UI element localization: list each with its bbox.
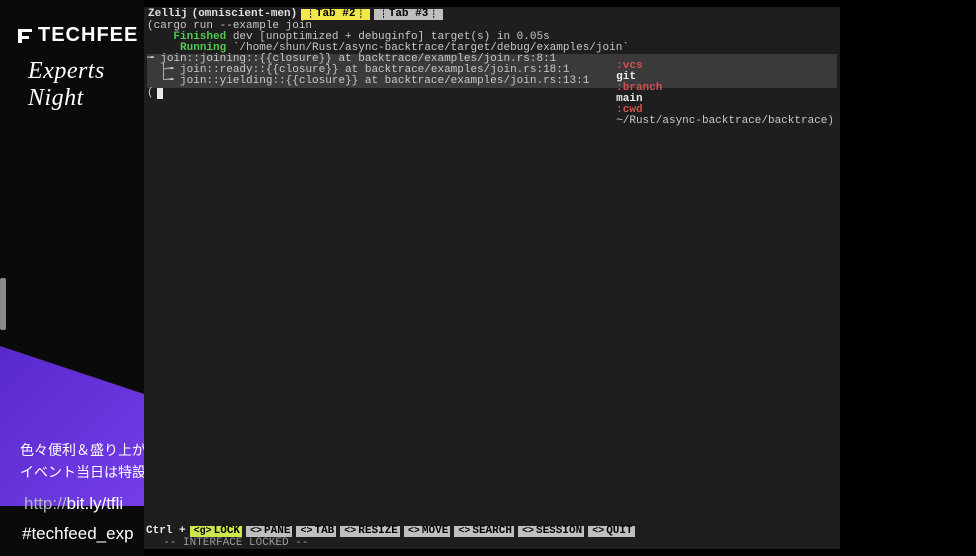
interface-locked-msg: -- INTERFACE LOCKED -- bbox=[144, 538, 840, 549]
cwd-path: ~/Rust/async-backtrace/backtrace) bbox=[616, 115, 834, 127]
arrows-icon: <> bbox=[248, 527, 264, 537]
mode-lock[interactable]: <g> LOCK bbox=[190, 526, 242, 537]
prompt-open: ( bbox=[147, 88, 154, 99]
arrows-icon: <> bbox=[342, 527, 358, 537]
tab-label: Tab #2 bbox=[316, 9, 356, 20]
terminal-window[interactable]: Zellij (omniscient-men) ┊ Tab #2 ┊ ┊ Tab… bbox=[144, 7, 840, 549]
tab-2[interactable]: ┊ Tab #2 ┊ bbox=[301, 9, 370, 20]
decorative-triangle bbox=[0, 346, 144, 506]
mode-label: PANE bbox=[264, 526, 290, 537]
tab-sep-icon: ┊ bbox=[307, 9, 314, 20]
mode-label: LOCK bbox=[214, 526, 240, 537]
ctrl-label: Ctrl + bbox=[146, 526, 186, 537]
mode-resize[interactable]: <> RESIZE bbox=[340, 526, 400, 537]
arrows-icon: <> bbox=[590, 527, 606, 537]
mode-label: MOVE bbox=[422, 526, 448, 537]
brand-text: TECHFEE bbox=[38, 24, 138, 46]
arrows-icon: <> bbox=[406, 527, 422, 537]
url-path: bit.ly/tfli bbox=[67, 494, 124, 513]
presentation-overlay: TECHFEE Experts Night 色々便利＆盛り上が イベント当日は特… bbox=[0, 0, 144, 556]
tab-3[interactable]: ┊ Tab #3 ┊ bbox=[374, 9, 443, 20]
mode-session[interactable]: <> SESSION bbox=[518, 526, 584, 537]
cursor bbox=[157, 88, 163, 99]
mode-label: SEARCH bbox=[472, 526, 512, 537]
terminal-body[interactable]: (cargo run --example join Finished dev [… bbox=[144, 21, 840, 99]
tab-sep-icon: ┊ bbox=[380, 9, 387, 20]
mode-label: TAB bbox=[314, 526, 334, 537]
hashtag: #techfeed_exp bbox=[22, 524, 134, 544]
zellij-tabbar: Zellij (omniscient-men) ┊ Tab #2 ┊ ┊ Tab… bbox=[144, 7, 840, 21]
jp-text-2: イベント当日は特設 bbox=[20, 462, 146, 482]
side-handle bbox=[0, 278, 6, 330]
mode-pane[interactable]: <> PANE bbox=[246, 526, 292, 537]
prompt-line[interactable]: ( :vcs git :branch main :cwd ~/Rust/asyn… bbox=[147, 88, 837, 99]
arrows-icon: <> bbox=[456, 527, 472, 537]
arrows-icon: <> bbox=[520, 527, 536, 537]
short-url: http://bit.ly/tfli bbox=[24, 494, 123, 514]
arrows-icon: <g> bbox=[192, 527, 214, 537]
mode-move[interactable]: <> MOVE bbox=[404, 526, 450, 537]
tab-label: Tab #3 bbox=[389, 9, 429, 20]
mode-label: RESIZE bbox=[358, 526, 398, 537]
mode-tab[interactable]: <> TAB bbox=[296, 526, 336, 537]
brand-logo: TECHFEE bbox=[16, 24, 138, 47]
jp-text-1: 色々便利＆盛り上が bbox=[20, 440, 146, 460]
mode-label: SESSION bbox=[536, 526, 582, 537]
mode-quit[interactable]: <> QUIT bbox=[588, 526, 634, 537]
brand-icon bbox=[16, 27, 34, 45]
mode-search[interactable]: <> SEARCH bbox=[454, 526, 514, 537]
url-scheme: http:// bbox=[24, 494, 67, 513]
mode-label: QUIT bbox=[606, 526, 632, 537]
tab-sep-icon: ┊ bbox=[430, 9, 437, 20]
tab-sep-icon: ┊ bbox=[357, 9, 364, 20]
arrows-icon: <> bbox=[298, 527, 314, 537]
right-prompt: :vcs git :branch main :cwd ~/Rust/async-… bbox=[550, 50, 834, 138]
event-title-script: Experts Night bbox=[28, 58, 144, 112]
session-app: Zellij bbox=[148, 9, 188, 20]
session-name: (omniscient-men) bbox=[192, 9, 298, 20]
